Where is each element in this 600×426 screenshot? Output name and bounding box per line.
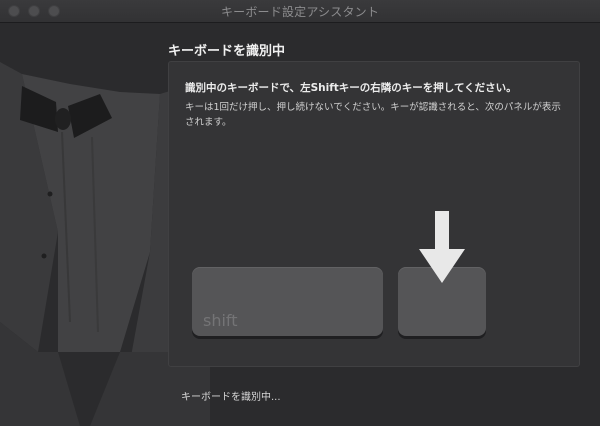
- arrow-down-icon: [419, 211, 465, 283]
- zoom-dot-icon[interactable]: [48, 5, 60, 17]
- page-title: キーボードを識別中: [168, 44, 286, 59]
- close-dot-icon[interactable]: [8, 5, 20, 17]
- instruction-panel: 識別中のキーボードで、左Shiftキーの右隣のキーを押してください。 キーは1回…: [168, 61, 580, 367]
- shift-key-label: shift: [203, 311, 238, 330]
- instruction-sub-text: キーは1回だけ押し、押し続けないでください。キーが認識されると、次のパネルが表示…: [185, 102, 561, 128]
- window-title: キーボード設定アシスタント: [220, 4, 380, 19]
- instruction-main-text: 識別中のキーボードで、左Shiftキーの右隣のキーを押してください。: [185, 82, 517, 94]
- keyboard-setup-window: キーボード設定アシスタント キーボードを識別中 識別中のキーボードで、左Shif…: [0, 0, 600, 426]
- title-bar[interactable]: キーボード設定アシスタント: [0, 0, 600, 23]
- shift-key: shift: [192, 267, 383, 336]
- window-controls: [8, 5, 60, 17]
- status-text: キーボードを識別中...: [181, 392, 281, 403]
- minimize-dot-icon[interactable]: [28, 5, 40, 17]
